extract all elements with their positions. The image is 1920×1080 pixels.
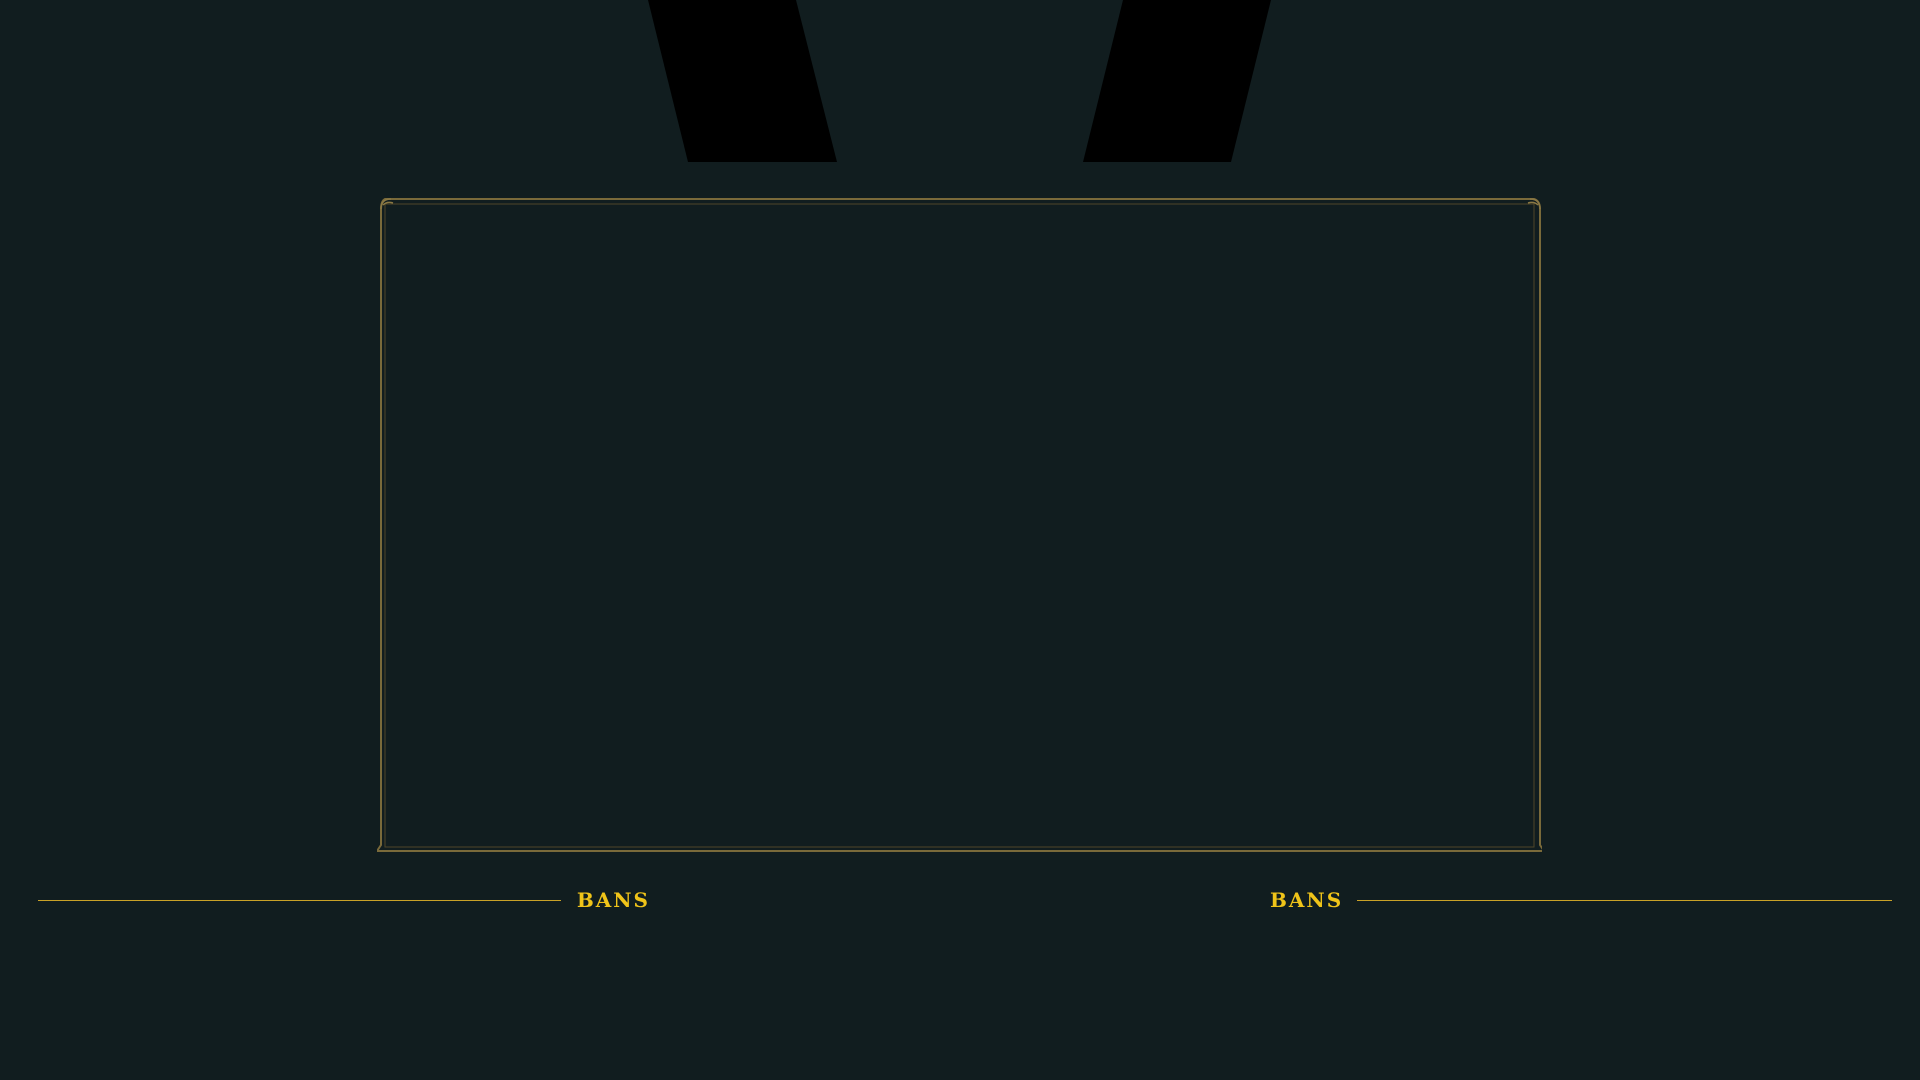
right-bans-label: BANS: [1270, 888, 1344, 912]
frame-inner-border: [384, 203, 1535, 848]
right-team-bans-header: BANS: [1270, 885, 1892, 915]
center-display-frame: [377, 198, 1542, 852]
left-banner: [648, 0, 837, 162]
top-banners: [648, 0, 1271, 162]
draft-stage: BANS BANS: [0, 0, 1920, 1080]
left-bans-divider: [38, 899, 561, 901]
left-bans-label: BANS: [576, 888, 650, 912]
frame-outer-border: [377, 198, 1542, 852]
left-team-bans-header: BANS: [38, 885, 650, 915]
right-banner: [1083, 0, 1271, 162]
right-bans-divider: [1357, 899, 1892, 901]
